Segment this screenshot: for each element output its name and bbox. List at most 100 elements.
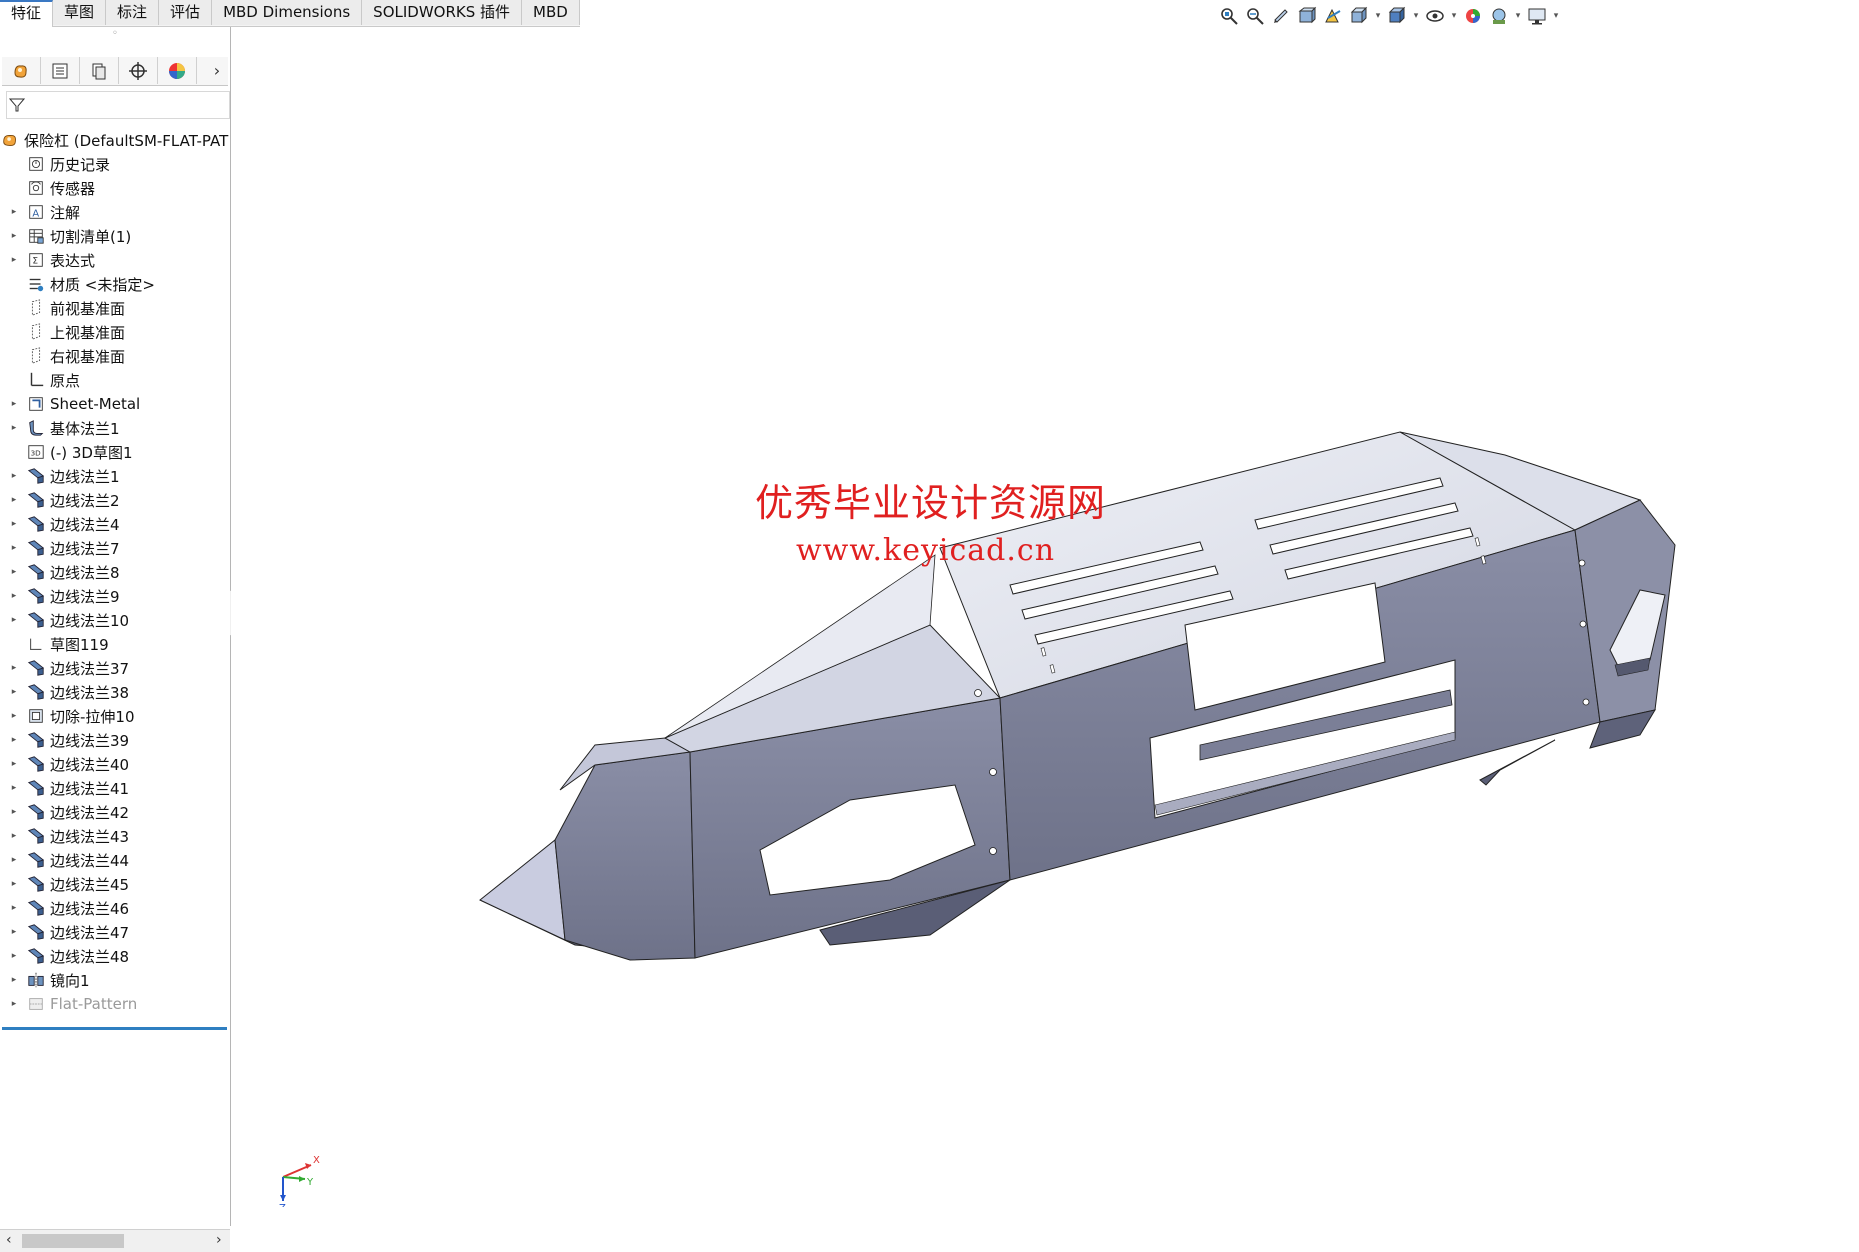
tree-item[interactable]: ▸ 边线法兰39 — [0, 728, 230, 752]
expand-arrow-icon[interactable]: ▸ — [8, 567, 20, 577]
tree-root-part[interactable]: 保险杠 (DefaultSM-FLAT-PAT — [0, 128, 230, 152]
tree-item[interactable]: ▸ Sheet-Metal — [0, 392, 230, 416]
section-view-icon[interactable] — [1296, 5, 1318, 27]
display-manager-icon[interactable] — [158, 57, 197, 84]
expand-arrow-icon[interactable]: ▸ — [8, 927, 20, 937]
command-tab[interactable]: MBD Dimensions — [212, 0, 363, 25]
tree-item[interactable]: ▸ 切除-拉伸10 — [0, 704, 230, 728]
edit-appearance-icon[interactable] — [1462, 5, 1484, 27]
expand-arrow-icon[interactable]: ▸ — [8, 975, 20, 985]
expand-arrow-icon[interactable]: ▸ — [8, 783, 20, 793]
bumper-model[interactable] — [231, 27, 1859, 1226]
expand-arrow-icon[interactable]: ▸ — [8, 735, 20, 745]
tree-item[interactable]: ▸ 边线法兰37 — [0, 656, 230, 680]
expand-arrow-icon[interactable]: ▸ — [8, 687, 20, 697]
zoom-to-fit-icon[interactable] — [1218, 5, 1240, 27]
view-settings-dropdown-icon[interactable]: ▾ — [1552, 11, 1560, 21]
command-tab[interactable]: 标注 — [106, 0, 160, 25]
tree-filter[interactable] — [6, 91, 230, 119]
expand-arrow-icon[interactable]: ▸ — [8, 855, 20, 865]
tree-item[interactable]: ▸ 边线法兰4 — [0, 512, 230, 536]
command-tab[interactable]: 特征 — [0, 0, 54, 27]
expand-arrow-icon[interactable]: ▸ — [8, 255, 20, 265]
tree-item[interactable]: ▸ Flat-Pattern — [0, 992, 230, 1016]
panel-grip-icon[interactable]: ◦ — [0, 27, 230, 41]
expand-arrow-icon[interactable]: ▸ — [8, 759, 20, 769]
hide-show-items-icon[interactable] — [1424, 5, 1446, 27]
tree-item[interactable]: ▸ 边线法兰7 — [0, 536, 230, 560]
dimxpert-manager-icon[interactable] — [119, 57, 158, 84]
expand-arrow-icon[interactable]: ▸ — [8, 951, 20, 961]
scroll-right-icon[interactable]: › — [216, 1232, 222, 1248]
graphics-viewport[interactable]: 优秀毕业设计资源网 www.keyicad.cn X Y Z — [231, 27, 1859, 1226]
tree-item[interactable]: ▸ 边线法兰44 — [0, 848, 230, 872]
tree-item[interactable]: 草图119 — [0, 632, 230, 656]
expand-arrow-icon[interactable]: ▸ — [8, 615, 20, 625]
expand-arrow-icon[interactable]: ▸ — [8, 543, 20, 553]
tree-item[interactable]: ▸ 边线法兰9 — [0, 584, 230, 608]
expand-arrow-icon[interactable]: ▸ — [8, 879, 20, 889]
expand-arrow-icon[interactable]: ▸ — [8, 471, 20, 481]
more-tabs-chevron-icon[interactable]: › — [206, 57, 228, 84]
tree-item[interactable]: 传感器 — [0, 176, 230, 200]
command-tab[interactable]: 草图 — [53, 0, 107, 25]
tree-item[interactable]: ▸ 边线法兰42 — [0, 800, 230, 824]
tree-item[interactable]: 3D (-) 3D草图1 — [0, 440, 230, 464]
tree-item[interactable]: ▸ 边线法兰41 — [0, 776, 230, 800]
tree-item[interactable]: ▸ 边线法兰40 — [0, 752, 230, 776]
expand-arrow-icon[interactable]: ▸ — [8, 519, 20, 529]
expand-arrow-icon[interactable]: ▸ — [8, 711, 20, 721]
expand-arrow-icon[interactable]: ▸ — [8, 423, 20, 433]
expand-arrow-icon[interactable]: ▸ — [8, 999, 20, 1009]
scroll-left-icon[interactable]: ‹ — [6, 1232, 12, 1248]
expand-arrow-icon[interactable]: ▸ — [8, 231, 20, 241]
property-manager-icon[interactable] — [41, 57, 80, 84]
tree-item[interactable]: ▸ A 注解 — [0, 200, 230, 224]
tree-item[interactable]: ▸ 边线法兰2 — [0, 488, 230, 512]
tree-item[interactable]: ▸ 边线法兰43 — [0, 824, 230, 848]
dynamic-annotation-icon[interactable] — [1322, 5, 1344, 27]
tree-item[interactable]: 上视基准面 — [0, 320, 230, 344]
display-style-icon[interactable] — [1386, 5, 1408, 27]
tree-item[interactable]: ▸ 边线法兰48 — [0, 944, 230, 968]
tree-item[interactable]: ▸ 边线法兰45 — [0, 872, 230, 896]
tree-item[interactable]: ▸ Σ 表达式 — [0, 248, 230, 272]
command-tab[interactable]: 评估 — [159, 0, 213, 25]
expand-arrow-icon[interactable]: ▸ — [8, 495, 20, 505]
view-orientation-dropdown-icon[interactable]: ▾ — [1374, 11, 1382, 21]
hide-show-dropdown-icon[interactable]: ▾ — [1450, 11, 1458, 21]
scroll-thumb[interactable] — [22, 1234, 124, 1248]
feature-manager-icon[interactable] — [2, 57, 41, 84]
tree-item[interactable]: ▸ 边线法兰8 — [0, 560, 230, 584]
apply-scene-icon[interactable] — [1488, 5, 1510, 27]
expand-arrow-icon[interactable]: ▸ — [8, 663, 20, 673]
expand-arrow-icon[interactable]: ▸ — [8, 903, 20, 913]
tree-item[interactable]: ▸ 镜向1 — [0, 968, 230, 992]
tree-item[interactable]: 历史记录 — [0, 152, 230, 176]
expand-arrow-icon[interactable]: ▸ — [8, 207, 20, 217]
tree-item[interactable]: ▸ 切割清单(1) — [0, 224, 230, 248]
configuration-manager-icon[interactable] — [80, 57, 119, 84]
expand-arrow-icon[interactable]: ▸ — [8, 807, 20, 817]
tree-item[interactable]: ▸ 基体法兰1 — [0, 416, 230, 440]
tree-item[interactable]: 材质 <未指定> — [0, 272, 230, 296]
tree-item[interactable]: 前视基准面 — [0, 296, 230, 320]
display-style-dropdown-icon[interactable]: ▾ — [1412, 11, 1420, 21]
expand-arrow-icon[interactable]: ▸ — [8, 591, 20, 601]
tree-item[interactable]: ▸ 边线法兰46 — [0, 896, 230, 920]
zoom-to-area-icon[interactable] — [1244, 5, 1266, 27]
rollback-bar[interactable] — [2, 1027, 227, 1030]
tree-item[interactable]: ▸ 边线法兰38 — [0, 680, 230, 704]
command-tab[interactable]: MBD — [522, 0, 580, 25]
view-orientation-icon[interactable] — [1348, 5, 1370, 27]
command-tab[interactable]: SOLIDWORKS 插件 — [362, 0, 523, 25]
tree-item[interactable]: ▸ 边线法兰1 — [0, 464, 230, 488]
horizontal-scrollbar[interactable]: ‹ › — [0, 1229, 230, 1252]
tree-item[interactable]: ▸ 边线法兰47 — [0, 920, 230, 944]
tree-item[interactable]: 原点 — [0, 368, 230, 392]
apply-scene-dropdown-icon[interactable]: ▾ — [1514, 11, 1522, 21]
expand-arrow-icon[interactable]: ▸ — [8, 399, 20, 409]
expand-arrow-icon[interactable]: ▸ — [8, 831, 20, 841]
previous-view-icon[interactable] — [1270, 5, 1292, 27]
tree-item[interactable]: 右视基准面 — [0, 344, 230, 368]
